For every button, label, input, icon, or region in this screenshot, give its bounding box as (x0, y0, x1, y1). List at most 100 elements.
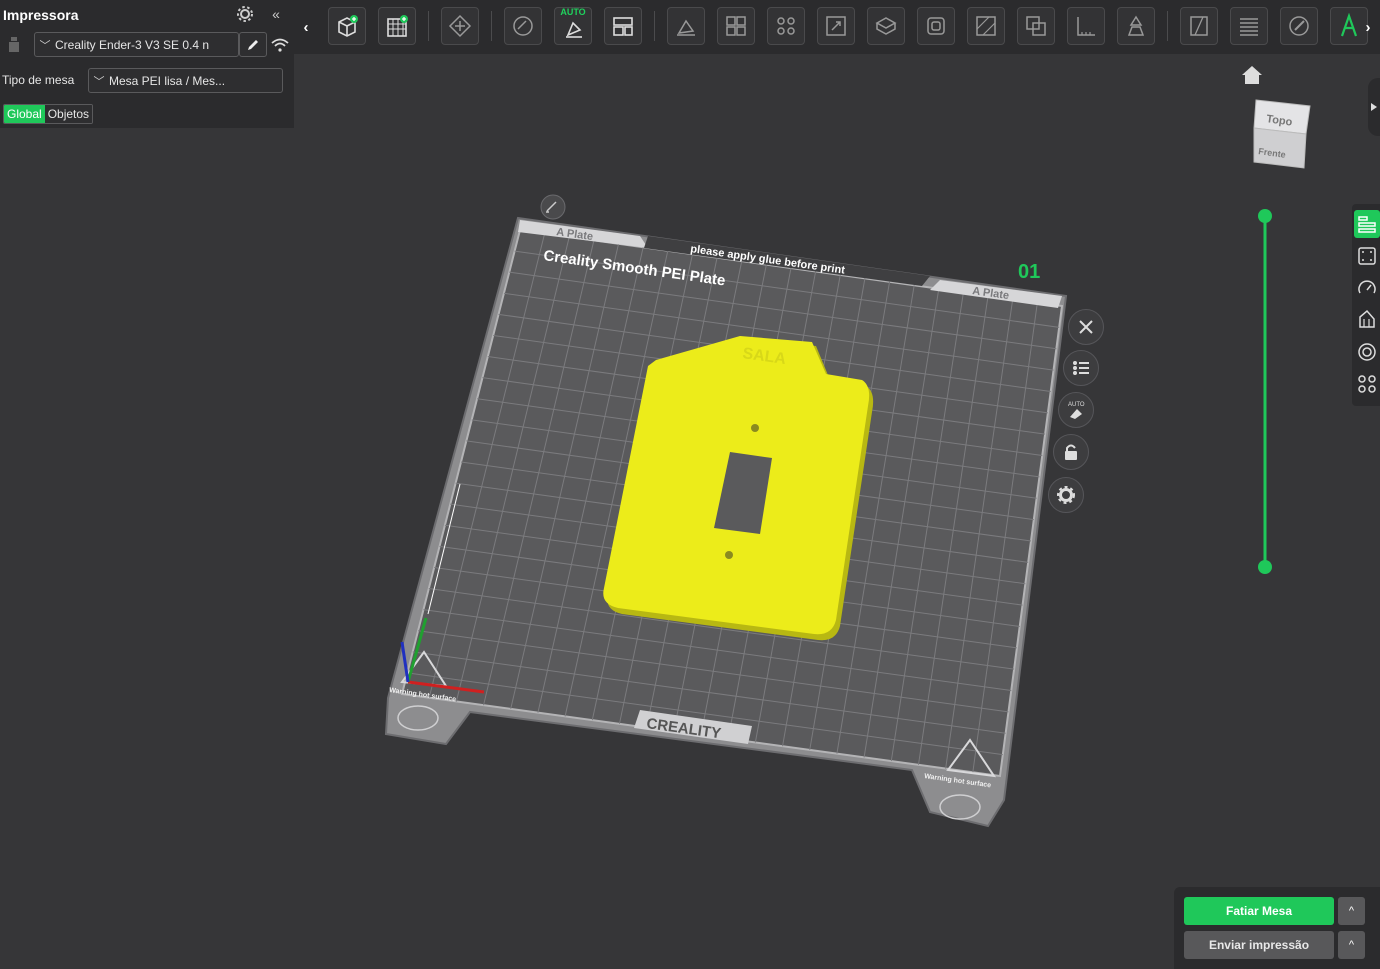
lock-plate-button[interactable] (1053, 434, 1089, 470)
pencil-icon (248, 39, 258, 50)
boolean-button[interactable] (1017, 7, 1055, 45)
cut-icon (875, 17, 897, 35)
boolean-icon (1026, 16, 1046, 36)
split-parts-button[interactable] (767, 7, 805, 45)
seam-button[interactable] (1180, 7, 1218, 45)
printer-panel: Impressora « ﹀ Creality Ender-3 V3 SE 0.… (0, 0, 294, 128)
rail-filament-button[interactable] (1354, 338, 1380, 366)
lock-icon (1065, 444, 1077, 460)
slice-plate-button[interactable]: Fatiar Mesa (1184, 897, 1334, 925)
auto-orient-icon: AUTO (1068, 402, 1085, 419)
hollow-icon (927, 17, 945, 35)
printer-select[interactable]: ﹀ Creality Ender-3 V3 SE 0.4 n (34, 32, 239, 57)
rail-speed-button[interactable] (1354, 274, 1380, 302)
auto-badge: AUTO (560, 7, 586, 17)
toolbar-separator (1167, 11, 1168, 41)
auto-orient-icon (448, 14, 472, 38)
cut-button[interactable] (867, 7, 905, 45)
wifi-icon[interactable] (270, 36, 290, 54)
home-view-button[interactable] (1240, 64, 1264, 86)
tab-objects[interactable]: Objetos (44, 105, 93, 123)
delete-plate-button[interactable] (1068, 309, 1104, 345)
close-icon (1079, 320, 1093, 334)
layer-slider-bottom-handle[interactable] (1258, 560, 1272, 574)
expand-sidebar-button[interactable] (1368, 78, 1380, 136)
lay-on-face-button[interactable] (667, 7, 705, 45)
auto-orient-button[interactable] (441, 7, 479, 45)
measure-button[interactable] (1067, 7, 1105, 45)
bed-type-label: Tipo de mesa (2, 73, 75, 87)
bed-type-select[interactable]: ﹀ Mesa PEI lisa / Mes... (88, 68, 283, 93)
send-options-button[interactable]: ^ (1338, 931, 1365, 959)
scale-button[interactable] (817, 7, 855, 45)
objects-list-icon (1358, 216, 1376, 233)
toolbar-separator (428, 11, 429, 41)
bed-type-value: Mesa PEI lisa / Mes... (109, 73, 226, 88)
printer-icon (5, 36, 23, 54)
color-paint-button[interactable] (1280, 7, 1318, 45)
hollow-button[interactable] (917, 7, 955, 45)
add-object-button[interactable] (328, 7, 366, 45)
paint-support-button[interactable] (967, 7, 1005, 45)
plate-number: 01 (1018, 261, 1040, 283)
split-objects-icon (726, 16, 746, 36)
add-plate-button[interactable] (378, 7, 416, 45)
printer-settings-button[interactable] (235, 5, 255, 23)
emboss-icon (1127, 15, 1145, 36)
plate-objects-list-button[interactable] (1063, 350, 1099, 386)
layer-button[interactable] (1230, 7, 1268, 45)
add-object-icon (338, 15, 358, 37)
layout-button[interactable] (604, 7, 642, 45)
arrange-icon (513, 16, 533, 36)
auto-arrange-button[interactable]: AUTO (554, 7, 592, 45)
tab-global[interactable]: Global (4, 105, 45, 123)
view-cube[interactable]: Topo Frente (1252, 94, 1312, 170)
edit-printer-button[interactable] (239, 32, 267, 57)
settings-scope-tabs: Global Objetos (3, 104, 94, 124)
support-icon (1359, 309, 1375, 328)
arrange-button[interactable] (504, 7, 542, 45)
paint-support-icon (976, 16, 996, 36)
rail-support-button[interactable] (1354, 305, 1380, 333)
layer-slider[interactable] (1257, 208, 1273, 576)
emboss-button[interactable] (1117, 7, 1155, 45)
chevron-right-icon (1371, 103, 1377, 111)
printer-section-title: Impressora (3, 7, 79, 23)
speedometer-icon (1358, 280, 1376, 294)
rail-others-button[interactable] (1354, 370, 1380, 398)
layer-slider-top-handle[interactable] (1258, 209, 1272, 223)
color-paint-icon (1289, 16, 1309, 36)
gear-icon (237, 6, 253, 22)
add-plate-icon (387, 15, 408, 37)
layer-icon (1240, 18, 1258, 36)
toolbar-scroll-left-button[interactable]: ‹ (294, 0, 318, 54)
send-print-button[interactable]: Enviar impressão (1184, 931, 1334, 959)
measure-icon (1077, 17, 1095, 36)
scale-icon (826, 16, 846, 36)
seam-icon (1190, 16, 1208, 36)
gear-icon (1057, 486, 1075, 504)
toolbar-scroll-right-button[interactable]: › (1356, 0, 1380, 54)
edit-plate-name-icon[interactable] (540, 194, 566, 220)
toolbar-separator (654, 11, 655, 41)
chevron-down-icon: ﹀ (93, 75, 105, 88)
toolbar-separator (491, 11, 492, 41)
rail-plate-settings-button[interactable] (1354, 242, 1380, 270)
collapse-panel-button[interactable]: « (266, 5, 286, 23)
3d-viewport[interactable]: A Plate A Plate please apply glue before… (0, 54, 1380, 969)
plate-auto-orient-button[interactable]: AUTO (1058, 392, 1094, 428)
slice-panel: Fatiar Mesa ^ Enviar impressão ^ (1174, 887, 1380, 969)
plate-settings-icon (1358, 247, 1376, 265)
plate-settings-button[interactable] (1048, 477, 1084, 513)
split-objects-button[interactable] (717, 7, 755, 45)
rail-objects-button[interactable] (1354, 210, 1380, 238)
printer-select-value: Creality Ender-3 V3 SE 0.4 n (55, 37, 210, 52)
command-icon (1358, 375, 1376, 393)
lay-on-face-icon (677, 19, 695, 36)
slice-options-button[interactable]: ^ (1338, 897, 1365, 925)
chevron-down-icon: ﹀ (39, 39, 51, 52)
split-parts-icon (777, 17, 795, 35)
right-tool-rail (1352, 204, 1380, 406)
layout-icon (613, 17, 633, 36)
filament-icon (1358, 343, 1376, 361)
